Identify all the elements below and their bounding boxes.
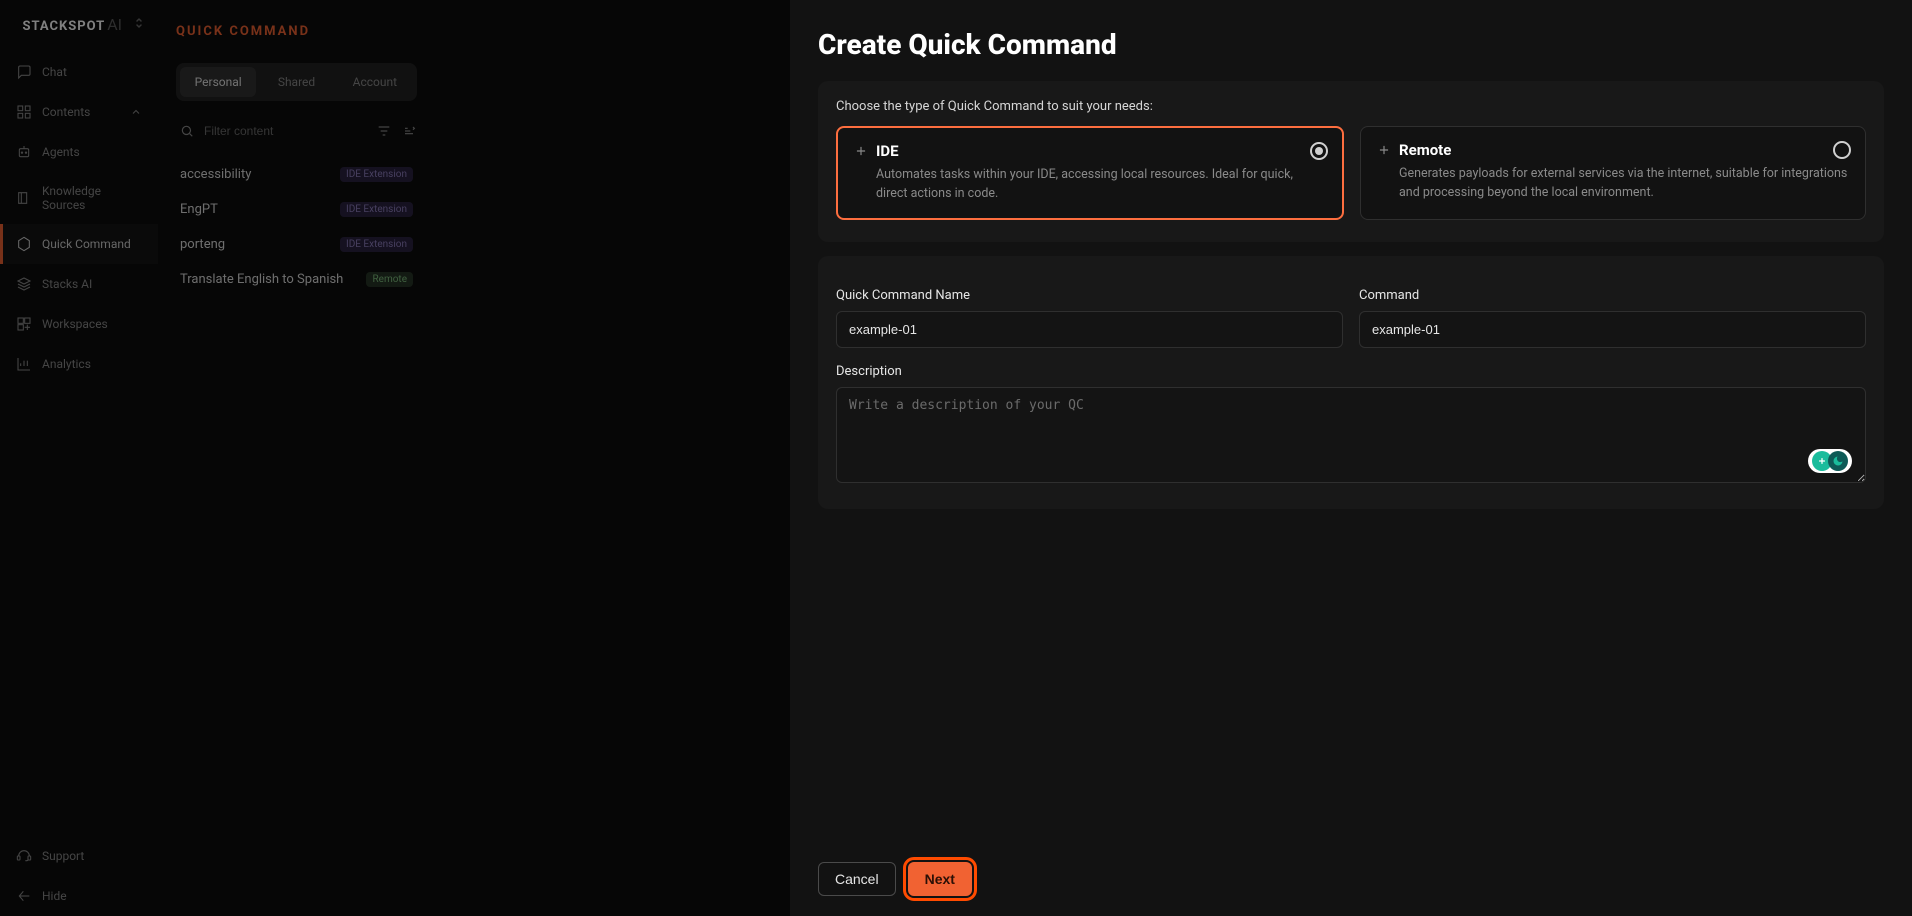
sidebar-item-knowledge-sources[interactable]: Knowledge Sources [0,172,158,224]
sort-button[interactable] [400,115,417,147]
plus-icon [854,144,868,158]
sidebar: STACKSPOTAI Chat Contents Agents [0,0,158,916]
modal-footer: Cancel Next [818,846,1884,896]
sidebar-item-chat[interactable]: Chat [0,52,158,92]
list-item[interactable]: porteng IDE Extension [176,227,417,262]
filter-input[interactable] [176,116,367,146]
nav-label: Contents [42,105,90,119]
type-options: IDE Automates tasks within your IDE, acc… [836,126,1866,220]
radio-unselected-icon [1833,141,1851,159]
nav-list: Chat Contents Agents Knowledge Sources Q… [0,52,158,384]
analytics-icon [16,356,32,372]
nav-label: Stacks AI [42,277,92,291]
agents-icon [16,144,32,160]
sidebar-support[interactable]: Support [0,836,158,876]
sidebar-hide[interactable]: Hide [0,876,158,916]
next-button[interactable]: Next [908,862,972,896]
option-desc: Automates tasks within your IDE, accessi… [854,166,1326,204]
nav-label: Knowledge Sources [42,184,142,212]
quickcommand-icon [16,236,32,252]
chat-icon [16,64,32,80]
item-badge: Remote [366,272,413,287]
hide-icon [16,888,32,904]
contents-icon [16,104,32,120]
knowledge-icon [16,190,32,206]
cancel-button[interactable]: Cancel [818,862,896,896]
panel-title: QUICK COMMAND [176,24,417,39]
item-badge: IDE Extension [340,202,413,217]
option-ide[interactable]: IDE Automates tasks within your IDE, acc… [836,126,1344,220]
option-title: IDE [876,142,899,160]
description-label: Description [836,364,1866,379]
item-name: porteng [180,237,225,252]
quick-command-panel: QUICK COMMAND Personal Shared Account ac… [158,0,436,916]
grammar-moon-icon [1828,451,1848,471]
sidebar-item-quick-command[interactable]: Quick Command [0,224,158,264]
plus-icon [1377,143,1391,157]
option-title: Remote [1399,141,1451,159]
item-name: EngPT [180,202,218,217]
panel-tabs: Personal Shared Account [176,63,417,101]
brand: STACKSPOTAI [0,4,158,52]
hide-label: Hide [42,889,67,903]
nav-label: Analytics [42,357,91,371]
radio-selected-icon [1310,142,1328,160]
tab-account[interactable]: Account [337,67,413,97]
nav-label: Chat [42,65,67,79]
choose-type-label: Choose the type of Quick Command to suit… [836,99,1866,114]
list-item[interactable]: accessibility IDE Extension [176,157,417,192]
nav-label: Quick Command [42,237,131,251]
option-desc: Generates payloads for external services… [1377,165,1849,203]
name-input[interactable] [836,311,1343,348]
workspaces-icon [16,316,32,332]
command-input[interactable] [1359,311,1866,348]
tab-personal[interactable]: Personal [180,67,256,97]
item-badge: IDE Extension [340,167,413,182]
filter-icon [376,123,392,139]
brand-name: STACKSPOTAI [22,15,122,34]
sidebar-item-analytics[interactable]: Analytics [0,344,158,384]
nav-label: Workspaces [42,317,108,331]
description-input[interactable] [836,387,1866,483]
filter-button[interactable] [375,115,392,147]
support-icon [16,848,32,864]
item-name: Translate English to Spanish [180,272,343,287]
grammar-widget[interactable] [1808,449,1852,473]
details-card: Quick Command Name Command Description [818,256,1884,509]
modal-title: Create Quick Command [818,28,1884,61]
stacks-icon [16,276,32,292]
list-item[interactable]: Translate English to Spanish Remote [176,262,417,297]
sort-icon [401,123,417,139]
type-selection-card: Choose the type of Quick Command to suit… [818,81,1884,242]
support-label: Support [42,849,84,863]
nav-label: Agents [42,145,80,159]
command-label: Command [1359,288,1866,303]
brand-switcher-icon[interactable] [134,17,144,32]
item-badge: IDE Extension [340,237,413,252]
filter-row [176,115,417,147]
sidebar-item-stacks-ai[interactable]: Stacks AI [0,264,158,304]
item-list: accessibility IDE Extension EngPT IDE Ex… [176,157,417,297]
name-label: Quick Command Name [836,288,1343,303]
chevron-up-icon [130,106,142,118]
item-name: accessibility [180,167,251,182]
option-remote[interactable]: Remote Generates payloads for external s… [1360,126,1866,220]
list-item[interactable]: EngPT IDE Extension [176,192,417,227]
create-quick-command-modal: Create Quick Command Choose the type of … [790,0,1912,916]
tab-shared[interactable]: Shared [258,67,334,97]
sidebar-item-workspaces[interactable]: Workspaces [0,304,158,344]
sidebar-item-agents[interactable]: Agents [0,132,158,172]
sidebar-item-contents[interactable]: Contents [0,92,158,132]
